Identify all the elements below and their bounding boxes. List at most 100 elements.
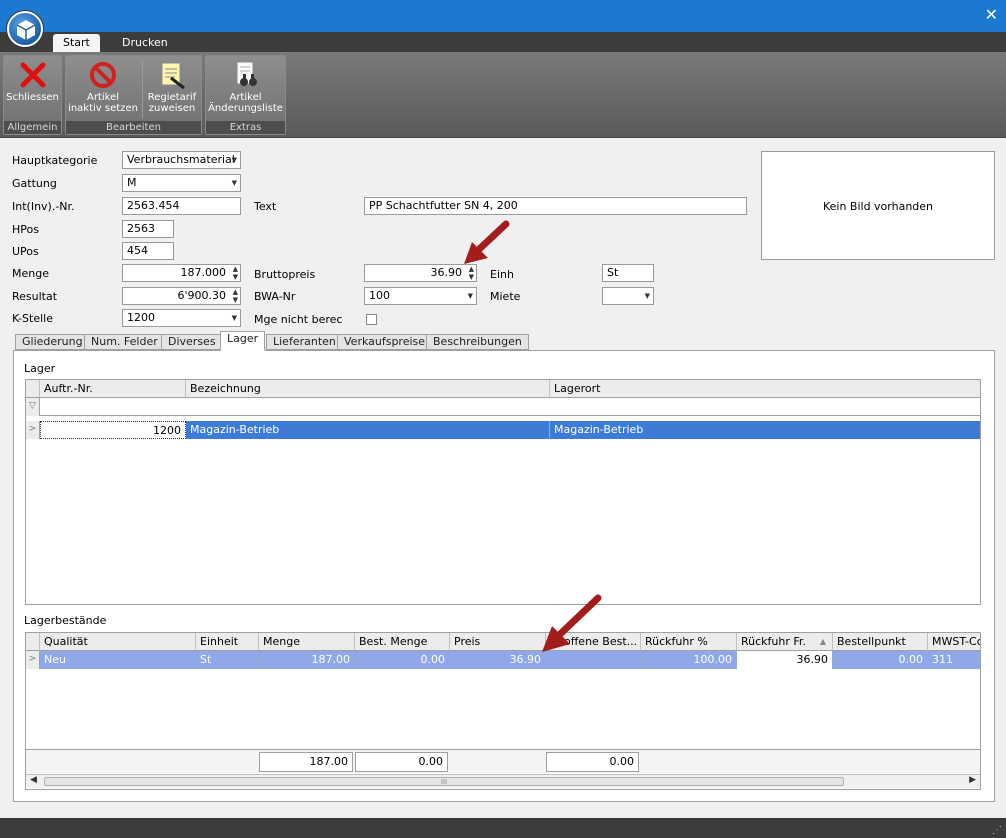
spin-arrows-icon[interactable]: ▲ ▼	[469, 265, 474, 281]
tab-beschreibungen[interactable]: Beschreibungen	[426, 334, 529, 350]
chevron-down-icon[interactable]: ▼	[468, 288, 473, 304]
column-header-rueckfuhr-pct[interactable]: Rückfuhr %	[641, 633, 737, 651]
menge-stepper[interactable]: 187.000 ▲ ▼	[122, 264, 241, 282]
regietarif-button[interactable]: Regietarif zuweisen	[144, 56, 200, 122]
annotation-arrow-icon	[464, 220, 510, 264]
cell-qualitaet[interactable]: Neu	[40, 651, 196, 669]
resultat-value: 6'900.30	[177, 289, 226, 302]
tab-diverses[interactable]: Diverses	[161, 334, 223, 350]
status-bar: ⋰	[0, 818, 1006, 838]
bruttopreis-label: Bruttopreis	[254, 268, 316, 281]
chevron-down-icon[interactable]: ▼	[232, 310, 237, 326]
hpos-label: HPos	[12, 223, 39, 236]
text-field[interactable]: PP Schachtfutter SN 4, 200	[364, 197, 747, 215]
tab-lager[interactable]: Lager	[220, 331, 266, 351]
group-caption-allgemein: Allgemein	[4, 121, 61, 134]
miete-select[interactable]: ▼	[602, 287, 654, 305]
column-header-bestellpunkt[interactable]: Bestellpunkt	[833, 633, 928, 651]
einh-label: Einh	[490, 268, 514, 281]
cell-bestellpunkt[interactable]: 0.00	[833, 651, 928, 669]
column-header-qualitaet[interactable]: Qualität	[40, 633, 196, 651]
column-header-rueckfuhr-fr[interactable]: Rückfuhr Fr. ▲	[737, 633, 833, 651]
rueckfuhr-fr-label: Rückfuhr Fr.	[741, 635, 806, 648]
cell-menge[interactable]: 187.00	[259, 651, 355, 669]
tab-gliederung[interactable]: Gliederung	[15, 334, 90, 350]
cell-rueckfuhr-pct[interactable]: 100.00	[641, 651, 737, 669]
bestaende-section-title: Lagerbestände	[24, 614, 107, 627]
text-label: Text	[254, 200, 277, 213]
scroll-left-icon[interactable]: ◀	[30, 775, 37, 785]
hauptkategorie-select[interactable]: Verbrauchsmaterial ▼	[122, 151, 241, 169]
grid-corner	[26, 380, 40, 398]
cell-einheit[interactable]: St	[196, 651, 259, 669]
upos-field[interactable]: 454	[122, 242, 174, 260]
close-icon[interactable]: ✕	[985, 5, 998, 25]
horizontal-scrollbar[interactable]: ◀ III ▶	[26, 774, 980, 788]
regietarif-label-2: zuweisen	[148, 103, 196, 114]
chevron-down-icon[interactable]: ▼	[232, 175, 237, 191]
chevron-down-icon[interactable]: ▼	[645, 288, 650, 304]
column-header-bezeichnung[interactable]: Bezeichnung	[186, 380, 550, 398]
ribbon-tab-drucken[interactable]: Drucken	[112, 34, 178, 52]
column-header-auftr[interactable]: Auftr.-Nr.	[40, 380, 186, 398]
scroll-right-icon[interactable]: ▶	[969, 775, 976, 785]
artikel-inaktiv-label-1: Artikel	[86, 92, 120, 103]
chevron-down-icon[interactable]: ▼	[232, 152, 237, 168]
gattung-select[interactable]: M ▼	[122, 174, 241, 192]
ribbon-group-bearbeiten: Artikel inaktiv setzen Regietarif zuweis…	[65, 55, 202, 135]
hpos-field[interactable]: 2563	[122, 220, 174, 238]
column-header-einheit[interactable]: Einheit	[196, 633, 259, 651]
no-entry-icon	[90, 62, 116, 88]
group-caption-bearbeiten: Bearbeiten	[66, 121, 201, 134]
artikel-inaktiv-button[interactable]: Artikel inaktiv setzen	[68, 56, 138, 122]
filter-icon[interactable]: ▽	[26, 398, 40, 416]
column-header-preis[interactable]: Preis	[450, 633, 546, 651]
schliessen-button[interactable]: Schliessen	[4, 56, 61, 122]
aenderungsliste-label-2: Änderungsliste	[208, 103, 283, 114]
resize-grip-icon[interactable]: ⋰	[992, 825, 1002, 836]
cell-lagerort[interactable]: Magazin-Betrieb	[550, 421, 980, 439]
column-header-best-menge[interactable]: Best. Menge	[355, 633, 450, 651]
sort-asc-icon: ▲	[819, 637, 826, 646]
spin-arrows-icon[interactable]: ▲ ▼	[233, 288, 238, 304]
ribbon-tab-start[interactable]: Start	[53, 34, 100, 52]
kstelle-label: K-Stelle	[12, 312, 53, 325]
scroll-thumb[interactable]: III	[44, 777, 844, 786]
tab-num-felder[interactable]: Num. Felder	[84, 334, 165, 350]
cell-best-menge[interactable]: 0.00	[355, 651, 450, 669]
bruttopreis-stepper[interactable]: 36.90 ▲ ▼	[364, 264, 477, 282]
intnr-field[interactable]: 2563.454	[122, 197, 241, 215]
aenderungsliste-button[interactable]: Artikel Änderungsliste	[206, 56, 285, 122]
grid-corner	[26, 633, 40, 651]
total-offene: 0.00	[546, 752, 639, 772]
row-indicator-icon: >	[26, 421, 40, 439]
column-header-mwst[interactable]: MWST-Co	[928, 633, 980, 651]
cell-bezeichnung[interactable]: Magazin-Betrieb	[186, 421, 550, 439]
tab-lieferanten[interactable]: Lieferanten	[266, 334, 343, 350]
mge-checkbox[interactable]	[366, 314, 377, 325]
ribbon-separator	[142, 60, 143, 118]
cell-preis[interactable]: 36.90	[450, 651, 546, 669]
filter-row[interactable]	[40, 398, 980, 416]
column-header-menge[interactable]: Menge	[259, 633, 355, 651]
group-caption-extras: Extras	[206, 121, 285, 134]
einh-field[interactable]: St	[602, 264, 654, 282]
column-header-offene-best[interactable]: ... offene Best...	[546, 633, 641, 651]
cell-mwst[interactable]: 311	[928, 651, 980, 669]
tab-verkaufspreise[interactable]: Verkaufspreise	[337, 334, 433, 350]
bruttopreis-value: 36.90	[430, 266, 463, 279]
column-header-lagerort[interactable]: Lagerort	[550, 380, 980, 398]
total-menge: 187.00	[259, 752, 353, 772]
resultat-stepper[interactable]: 6'900.30 ▲ ▼	[122, 287, 241, 305]
menge-label: Menge	[12, 267, 49, 280]
cell-rueckfuhr-fr[interactable]: 36.90	[737, 651, 833, 669]
bwa-select[interactable]: 100 ▼	[364, 287, 477, 305]
ribbon-group-allgemein: Schliessen Allgemein	[3, 55, 62, 135]
spin-arrows-icon[interactable]: ▲ ▼	[233, 265, 238, 281]
lager-grid: Auftr.-Nr. Bezeichnung Lagerort ▽ > 1200…	[25, 379, 981, 605]
cell-auftr[interactable]: 1200	[40, 421, 186, 439]
cube-icon	[16, 20, 36, 40]
application-menu-button[interactable]	[7, 11, 43, 47]
kstelle-select[interactable]: 1200 ▼	[122, 309, 241, 327]
cell-offene-best[interactable]	[546, 651, 641, 669]
